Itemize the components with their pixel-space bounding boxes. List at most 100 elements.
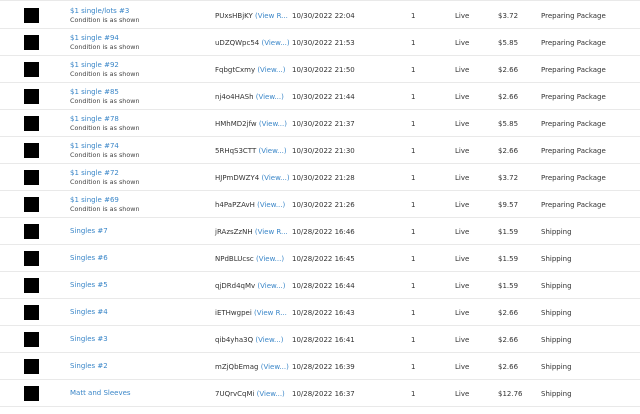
- order-date-cell: 10/30/2022 21:30: [292, 137, 392, 164]
- view-receipt-link[interactable]: (View...): [261, 363, 289, 371]
- view-receipt-link[interactable]: (View...): [259, 120, 287, 128]
- order-id: uDZQWpc54: [215, 38, 260, 47]
- product-thumbnail[interactable]: [24, 224, 39, 239]
- shipping-status-cell: Shipping: [541, 299, 640, 326]
- product-thumbnail[interactable]: [24, 170, 39, 185]
- listing-status: Live: [455, 227, 470, 236]
- product-thumbnail[interactable]: [24, 251, 39, 266]
- item-title-link[interactable]: $1 single #94: [70, 34, 205, 43]
- item-cell: $1 single #94 Condition is as shown: [70, 29, 205, 56]
- quantity-cell: 1: [411, 326, 441, 353]
- order-date: 10/30/2022 21:28: [292, 173, 355, 182]
- order-id-cell: 7UQrvCqMi (View...): [215, 380, 287, 407]
- table-row: $1 single #92 Condition is as shown FqbgtC…: [0, 56, 640, 83]
- order-id-cell: HMhMD2jfw (View...): [215, 110, 287, 137]
- order-date: 10/30/2022 21:53: [292, 38, 355, 47]
- order-date-cell: 10/30/2022 21:53: [292, 29, 392, 56]
- listing-status: Live: [455, 281, 470, 290]
- quantity-cell: 1: [411, 137, 441, 164]
- item-title-link[interactable]: Singles #5: [70, 281, 205, 290]
- price-cell: $2.66: [498, 137, 538, 164]
- order-date-cell: 10/28/2022 16:46: [292, 218, 392, 245]
- order-date-cell: 10/28/2022 16:45: [292, 245, 392, 272]
- item-title-link[interactable]: $1 single #69: [70, 196, 205, 205]
- listing-status-cell: Live: [455, 2, 495, 29]
- order-date-cell: 10/28/2022 16:39: [292, 353, 392, 380]
- item-title-link[interactable]: $1 single #74: [70, 142, 205, 151]
- item-title-link[interactable]: $1 single #85: [70, 88, 205, 97]
- product-thumbnail[interactable]: [24, 143, 39, 158]
- item-title-link[interactable]: $1 single #78: [70, 115, 205, 124]
- view-receipt-link[interactable]: (View...): [257, 201, 285, 209]
- item-cell: Singles #3: [70, 326, 205, 353]
- price: $3.72: [498, 173, 519, 182]
- product-thumbnail[interactable]: [24, 89, 39, 104]
- table-row: $1 single #94 Condition is as shown uDZQWp…: [0, 29, 640, 56]
- order-date: 10/30/2022 22:04: [292, 11, 355, 20]
- listing-status-cell: Live: [455, 56, 495, 83]
- item-title-link[interactable]: Singles #6: [70, 254, 205, 263]
- item-cell: Singles #4: [70, 299, 205, 326]
- item-cell: Singles #6: [70, 245, 205, 272]
- view-receipt-link[interactable]: (View...): [257, 66, 285, 74]
- product-thumbnail[interactable]: [24, 35, 39, 50]
- product-thumbnail[interactable]: [24, 386, 39, 401]
- item-cell: Singles #5: [70, 272, 205, 299]
- shipping-status-cell: Shipping: [541, 245, 640, 272]
- view-receipt-link[interactable]: (View...): [257, 390, 285, 398]
- listing-status-cell: Live: [455, 110, 495, 137]
- view-receipt-link[interactable]: (View...): [258, 147, 286, 155]
- order-id-cell: uDZQWpc54 (View...): [215, 29, 290, 56]
- quantity-cell: 1: [411, 191, 441, 218]
- order-date-cell: 10/28/2022 16:44: [292, 272, 392, 299]
- order-id: nj4o4HASh: [215, 92, 254, 101]
- shipping-status: Preparing Package: [541, 200, 606, 209]
- table-row: $1 single #78 Condition is as shown HMhMD2…: [0, 110, 640, 137]
- product-thumbnail[interactable]: [24, 359, 39, 374]
- listing-status: Live: [455, 335, 470, 344]
- table-row: $1 single #74 Condition is as shown 5RHqS3…: [0, 137, 640, 164]
- table-row: Singles #5 qjDRd4qMv (View...) 10/28/2022 …: [0, 272, 640, 299]
- item-title-link[interactable]: Singles #4: [70, 308, 205, 317]
- view-receipt-link[interactable]: (View...): [256, 93, 284, 101]
- quantity-cell: 1: [411, 353, 441, 380]
- shipping-status-cell: Preparing Package: [541, 83, 640, 110]
- item-condition: Condition is as shown: [70, 43, 140, 51]
- view-receipt-link[interactable]: (View...): [255, 336, 283, 344]
- view-receipt-link[interactable]: (View...): [256, 255, 284, 263]
- view-receipt-link[interactable]: (View...): [261, 174, 289, 182]
- item-title-link[interactable]: Singles #7: [70, 227, 205, 236]
- item-title-link[interactable]: $1 single #72: [70, 169, 205, 178]
- item-title-link[interactable]: $1 single #92: [70, 61, 205, 70]
- item-title-link[interactable]: Singles #3: [70, 335, 205, 344]
- item-title-link[interactable]: Matt and Sleeves: [70, 389, 205, 398]
- view-receipt-link[interactable]: (View R...: [254, 309, 287, 317]
- view-receipt-link[interactable]: (View...): [257, 282, 285, 290]
- product-thumbnail[interactable]: [24, 197, 39, 212]
- order-id: 7UQrvCqMi: [215, 389, 255, 398]
- product-thumbnail[interactable]: [24, 62, 39, 77]
- shipping-status: Shipping: [541, 335, 572, 344]
- price-cell: $5.85: [498, 110, 538, 137]
- product-thumbnail[interactable]: [24, 278, 39, 293]
- order-id-cell: mZjQbEmag (View...): [215, 353, 289, 380]
- view-receipt-link[interactable]: (View...): [262, 39, 290, 47]
- order-date: 10/28/2022 16:39: [292, 362, 355, 371]
- product-thumbnail[interactable]: [24, 8, 39, 23]
- product-thumbnail[interactable]: [24, 332, 39, 347]
- table-row: $1 single #69 Condition is as shown h4PaPZ…: [0, 191, 640, 218]
- product-thumbnail[interactable]: [24, 116, 39, 131]
- quantity: 1: [411, 173, 416, 182]
- order-id-cell: HJPmDWZY4 (View...): [215, 164, 290, 191]
- order-date-cell: 10/30/2022 22:04: [292, 2, 392, 29]
- order-date: 10/28/2022 16:46: [292, 227, 355, 236]
- item-cell: $1 single #72 Condition is as shown: [70, 164, 205, 191]
- listing-status-cell: Live: [455, 83, 495, 110]
- product-thumbnail[interactable]: [24, 305, 39, 320]
- price-cell: $2.66: [498, 56, 538, 83]
- item-title-link[interactable]: $1 single/lots #3: [70, 7, 205, 16]
- view-receipt-link[interactable]: (View R...: [255, 228, 288, 236]
- view-receipt-link[interactable]: (View R...: [255, 12, 288, 20]
- item-title-link[interactable]: Singles #2: [70, 362, 205, 371]
- order-date: 10/30/2022 21:44: [292, 92, 355, 101]
